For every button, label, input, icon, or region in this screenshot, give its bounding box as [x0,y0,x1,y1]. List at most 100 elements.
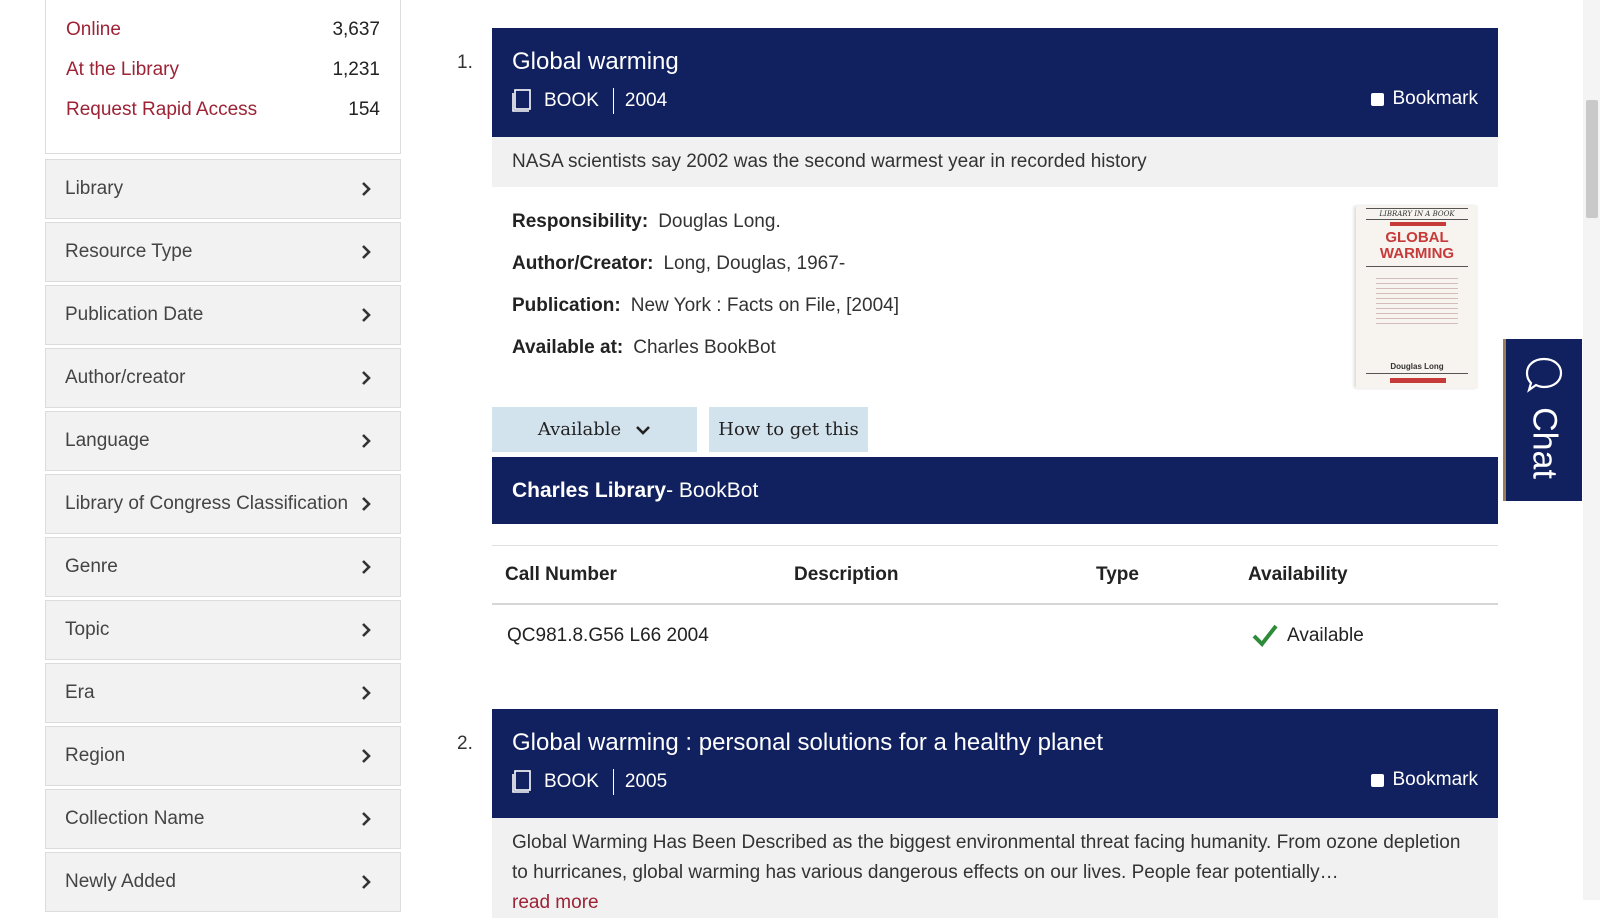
cover-red-bar-bottom [1390,378,1446,383]
facet-resource-type[interactable]: Resource Type [45,222,401,282]
result-meta: BOOK 2004 [512,88,667,114]
facet-at-the-library[interactable]: At the Library 1,231 [66,55,380,85]
bookmark-toggle[interactable]: Bookmark [1371,88,1478,110]
chevron-right-icon [362,182,371,196]
facet-request-rapid-access-label[interactable]: Request Rapid Access [66,99,257,121]
cell-call-number: QC981.8.G56 L66 2004 [507,625,709,646]
chat-bubble-icon [1525,357,1563,393]
book-icon [512,770,531,793]
scrollbar-thumb[interactable] [1586,100,1598,218]
holdings-table: Call Number Description Type Availabilit… [492,545,1498,667]
checkmark-icon [1252,624,1278,648]
availability-status: Available [1287,625,1364,646]
facet-era-label: Era [65,682,95,703]
facet-online-count: 3,637 [332,19,380,40]
field-responsibility-label: Responsibility: [512,211,649,232]
facet-era[interactable]: Era [45,663,401,723]
how-to-get-this-button[interactable]: How to get this [709,407,868,452]
bookmark-checkbox[interactable] [1371,773,1385,787]
chevron-right-icon [362,308,371,322]
facet-lc-classification-label: Library of Congress Classification [65,493,349,514]
field-author-creator: Author/Creator: Long, Douglas, 1967- [512,253,845,275]
library-location-bar: Charles Library - BookBot [492,457,1498,524]
location-sublocation: - BookBot [666,478,759,502]
facet-newly-added-label: Newly Added [65,871,176,892]
result-snippet: NASA scientists say 2002 was the second … [492,137,1498,187]
header-description: Description [794,563,899,585]
read-more-link[interactable]: read more [512,892,599,913]
chevron-right-icon [362,623,371,637]
result-number: 1. [457,52,473,73]
result-snippet: Global Warming Has Been Described as the… [492,818,1498,918]
meta-separator [612,88,614,114]
cover-rule-bottom [1366,373,1468,374]
cover-series: LIBRARY IN A BOOK [1366,208,1468,220]
result-year: 2004 [624,90,668,111]
how-to-get-this-label: How to get this [718,419,859,440]
facet-at-the-library-label[interactable]: At the Library [66,59,179,81]
facet-online[interactable]: Online 3,637 [66,15,380,45]
facet-topic[interactable]: Topic [45,600,401,660]
bookmark-checkbox[interactable] [1371,92,1385,106]
field-author-creator-label: Author/Creator: [512,253,654,274]
result-type: BOOK [544,771,599,792]
available-dropdown-button[interactable]: Available [492,407,697,452]
header-type: Type [1096,563,1139,585]
bookmark-toggle[interactable]: Bookmark [1371,769,1478,791]
facet-request-rapid-access[interactable]: Request Rapid Access 154 [66,95,380,125]
facet-resource-type-label: Resource Type [65,241,193,262]
facet-collection-name[interactable]: Collection Name [45,789,401,849]
field-author-creator-value: Long, Douglas, 1967- [663,253,846,274]
facet-author-creator[interactable]: Author/creator [45,348,401,408]
chevron-right-icon [362,371,371,385]
facet-request-rapid-access-count: 154 [348,99,380,120]
meta-separator [612,769,614,795]
available-button-label: Available [537,419,622,440]
bookmark-label: Bookmark [1392,769,1478,790]
result-title[interactable]: Global warming : personal solutions for … [512,729,1103,757]
field-available-at-label: Available at: [512,337,624,358]
facet-publication-date[interactable]: Publication Date [45,285,401,345]
table-row: QC981.8.G56 L66 2004 Available [492,605,1498,667]
location-library: Charles Library [512,478,667,502]
facet-topic-label: Topic [65,619,110,640]
book-icon [512,89,531,112]
cover-title-line2: WARMING [1379,245,1455,262]
chevron-right-icon [362,245,371,259]
result-title[interactable]: Global warming [512,48,679,76]
field-publication: Publication: New York : Facts on File, [2… [512,295,899,317]
facet-region[interactable]: Region [45,726,401,786]
facet-lc-classification[interactable]: Library of Congress Classification [45,474,401,534]
bookmark-label: Bookmark [1392,88,1478,109]
cover-rule [1366,266,1468,267]
cover-red-bar [1390,222,1446,226]
facet-author-creator-label: Author/creator [65,367,186,388]
chat-tab[interactable]: Chat [1503,339,1582,501]
chevron-right-icon [362,434,371,448]
facet-language-label: Language [65,430,150,451]
holdings-header-row: Call Number Description Type Availabilit… [492,545,1498,605]
facet-library[interactable]: Library [45,159,401,219]
facet-newly-added[interactable]: Newly Added [45,852,401,912]
facet-online-label[interactable]: Online [66,19,121,41]
facet-genre-label: Genre [65,556,118,577]
availability-facet-box: Online 3,637 At the Library 1,231 Reques… [45,0,401,154]
facet-language[interactable]: Language [45,411,401,471]
chevron-down-icon [636,425,651,435]
facet-region-label: Region [65,745,126,766]
facet-collection-name-label: Collection Name [65,808,205,829]
book-cover-thumbnail[interactable]: LIBRARY IN A BOOK GLOBAL WARMING Douglas… [1356,206,1478,388]
header-availability: Availability [1248,563,1348,585]
chevron-right-icon [362,875,371,889]
cover-author: Douglas Long [1390,362,1444,371]
result-header: Global warming BOOK 2004 Bookmark [492,28,1498,137]
result-meta: BOOK 2005 [512,769,667,795]
field-responsibility-value: Douglas Long. [658,211,781,232]
facet-genre[interactable]: Genre [45,537,401,597]
cell-availability: Available [1248,623,1498,649]
cover-blurb [1376,274,1458,326]
field-responsibility: Responsibility: Douglas Long. [512,211,781,233]
field-available-at: Available at: Charles BookBot [512,337,776,359]
chat-label: Chat [1525,407,1564,479]
chevron-right-icon [362,560,371,574]
